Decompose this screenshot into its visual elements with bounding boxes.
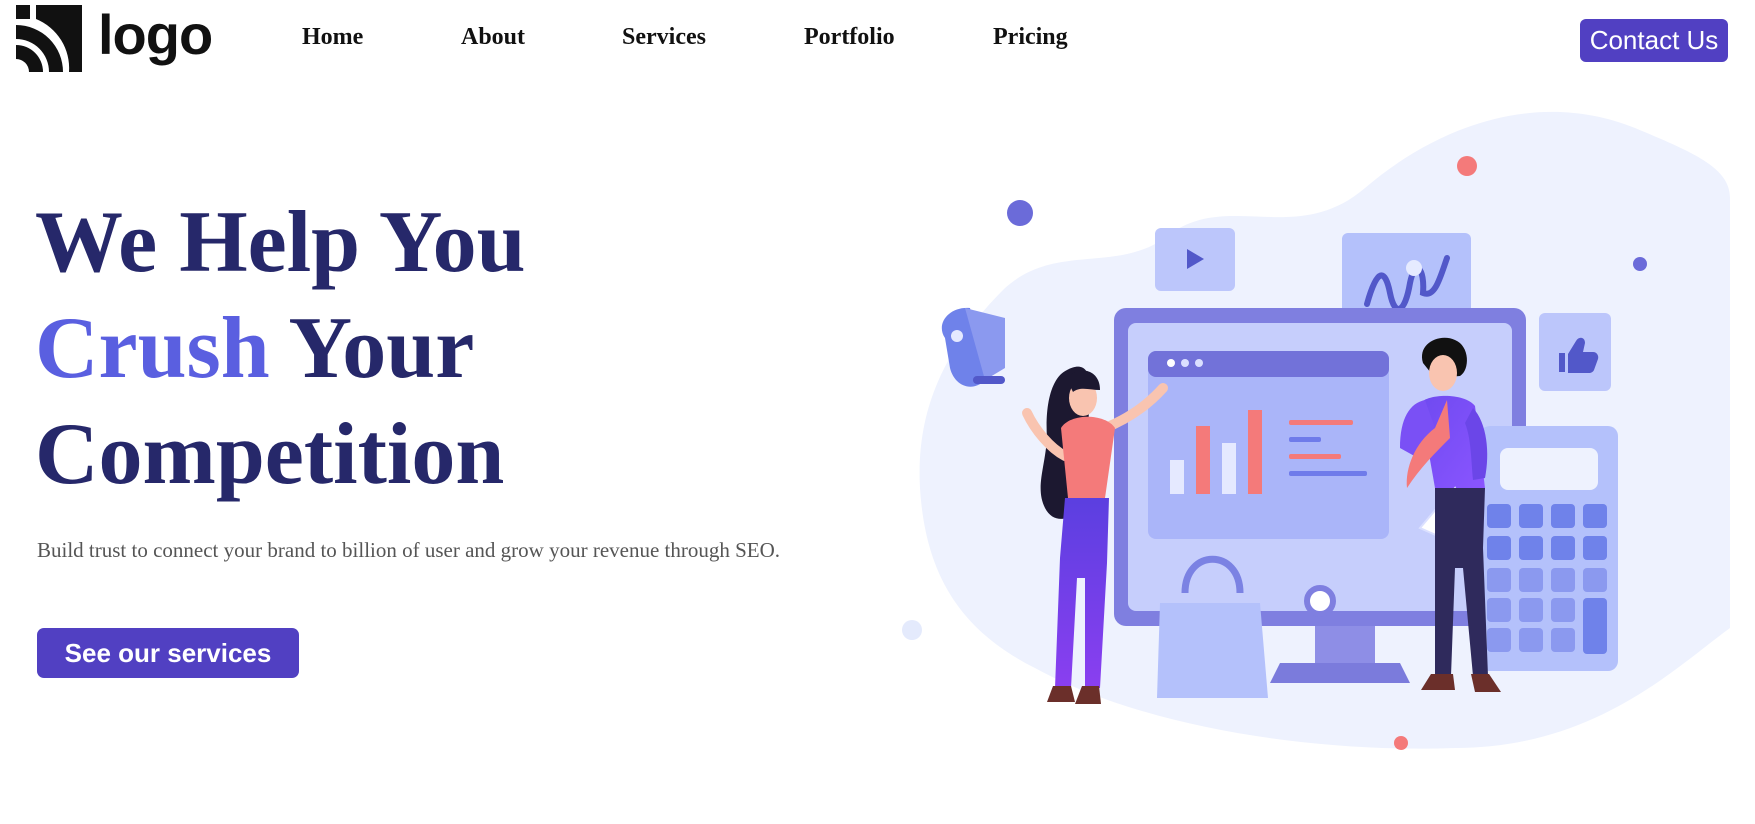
decor-dot bbox=[1457, 156, 1477, 176]
navbar: logo Home About Services Portfolio Prici… bbox=[0, 0, 1755, 80]
logo[interactable]: logo bbox=[16, 2, 213, 72]
hero-title-line3: Competition bbox=[35, 406, 505, 503]
see-services-button[interactable]: See our services bbox=[37, 628, 299, 678]
hero-subtitle: Build trust to connect your brand to bil… bbox=[37, 538, 781, 562]
hero-illustration bbox=[902, 111, 1730, 750]
logo-icon bbox=[16, 5, 82, 72]
decor-dot bbox=[1394, 736, 1408, 750]
video-card bbox=[1155, 228, 1235, 291]
hero-title-line2: Your bbox=[269, 300, 475, 397]
nav-link-about[interactable]: About bbox=[461, 24, 622, 51]
hero-title-line1: We Help You bbox=[35, 194, 526, 291]
nav-link-portfolio[interactable]: Portfolio bbox=[804, 24, 993, 51]
main-nav: Home About Services Portfolio Pricing bbox=[302, 24, 1113, 51]
contact-us-button[interactable]: Contact Us bbox=[1580, 19, 1728, 62]
calculator bbox=[1480, 426, 1618, 671]
nav-link-services[interactable]: Services bbox=[622, 24, 804, 51]
hero-title: We Help You Crush Your Competition bbox=[35, 190, 735, 508]
logo-text: logo bbox=[98, 2, 213, 66]
decor-dot bbox=[1007, 200, 1033, 226]
decor-dot bbox=[902, 620, 922, 640]
nav-link-pricing[interactable]: Pricing bbox=[993, 24, 1113, 51]
like-card bbox=[1539, 313, 1611, 391]
hero-title-accent: Crush bbox=[35, 300, 270, 397]
decor-dot bbox=[1633, 257, 1647, 271]
nav-link-home[interactable]: Home bbox=[302, 24, 461, 51]
